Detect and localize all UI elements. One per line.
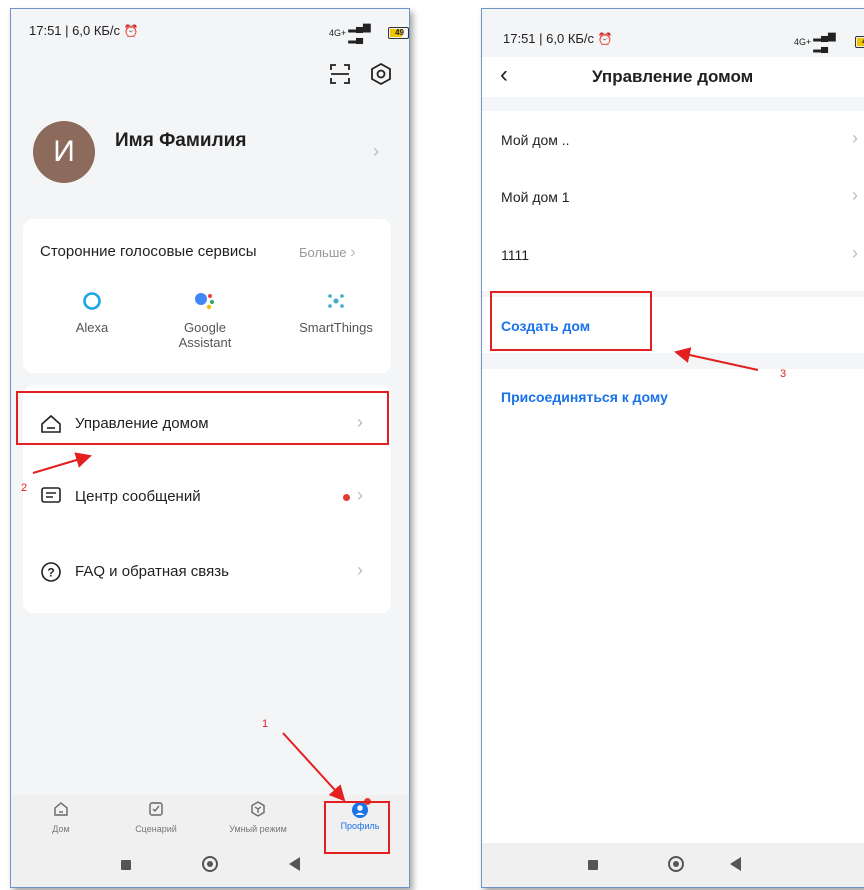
tab-label: Умный режим [229,824,287,834]
annotation-box-home-management [16,391,389,445]
profile-header[interactable]: И Имя Фамилия › [11,119,409,189]
chevron-right-icon: › [373,141,379,161]
chevron-right-icon: › [357,560,363,580]
home-item[interactable]: 1111 › [482,227,864,285]
signal-icon: ▂▄▆ ▂▄ [813,31,836,53]
voice-services-title: Сторонние голосовые сервисы [40,243,257,260]
tab-smart-mode[interactable]: Умный режим [213,801,303,834]
back-nav-icon[interactable] [289,857,300,871]
tab-label: Сценарий [135,824,177,834]
status-time: 17:51 | 6,0 КБ/с [503,31,595,46]
chevron-right-icon: › [852,128,858,148]
home-item[interactable]: Мой дом 1 › [482,169,864,227]
service-google-assistant[interactable]: Google Assistant [165,291,245,350]
chevron-right-icon: › [357,485,363,505]
scenario-icon [121,801,191,822]
help-icon: ? [40,561,62,588]
tab-scenario[interactable]: Сценарий [121,801,191,834]
home-tab-icon [33,801,89,822]
home-item-label: Мой дом 1 [501,189,570,205]
message-icon [40,486,62,511]
chevron-right-icon: › [350,242,356,261]
homes-list: Мой дом .. › Мой дом 1 › 1111 › [482,111,864,291]
menu-item-label: Центр сообщений [75,488,201,505]
system-navigation-bar [482,843,864,887]
profile-name: Имя Фамилия [115,130,247,151]
more-link[interactable]: Больше › [299,242,356,262]
annotation-number-1: 1 [262,718,269,730]
network-label: 4G+ [329,28,347,38]
service-alexa[interactable]: Alexa [57,291,127,335]
service-label: SmartThings [299,320,373,335]
smart-icon [213,801,303,822]
page-title: Управление домом [592,67,754,86]
settings-icon[interactable] [369,62,393,86]
status-time: 17:51 | 6,0 КБ/с [29,23,121,38]
join-home-label: Присоединяться к дому [501,389,668,405]
tab-home[interactable]: Дом [33,801,89,834]
profile-screen: 17:51 | 6,0 КБ/с ⏰ 4G+ ▂▄▆ ▂▄ 49 И Имя Ф… [10,8,410,888]
notification-dot [343,494,350,501]
status-indicators: 4G+ ▂▄▆ ▂▄ 49 [329,22,409,44]
google-assistant-icon [194,291,216,311]
battery-icon: 49 [388,27,409,39]
alexa-icon [82,291,102,311]
smartthings-icon [326,291,346,311]
service-label: Alexa [75,320,109,335]
recent-apps-icon[interactable] [121,860,131,870]
home-item-label: 1111 [501,247,530,263]
annotation-number-3: 3 [780,368,787,380]
service-label: Google Assistant [178,320,232,350]
home-item[interactable]: Мой дом .. › [482,111,864,169]
back-arrow-icon[interactable]: ‹ [500,63,508,87]
home-nav-icon[interactable] [202,856,218,872]
alarm-icon: ⏰ [123,24,139,38]
annotation-number-2: 2 [21,482,28,494]
annotation-box-profile-tab [324,801,390,854]
tab-label: Дом [52,824,70,834]
svg-text:?: ? [47,566,54,580]
content-background [482,425,864,843]
network-label: 4G+ [794,37,812,47]
alarm-icon: ⏰ [597,32,613,46]
home-item-label: Мой дом .. [501,132,570,148]
signal-icon: ▂▄▆ ▂▄ [348,22,371,44]
avatar: И [33,121,95,183]
join-home-button[interactable]: Присоединяться к дому [482,369,864,425]
menu-item-faq[interactable]: ? FAQ и обратная связь › [23,545,391,605]
annotation-box-create-home [490,291,652,351]
battery-icon: 49 [855,36,864,48]
menu-item-label: FAQ и обратная связь [75,563,229,580]
service-smartthings[interactable]: SmartThings [291,291,381,335]
status-indicators: 4G+ ▂▄▆ ▂▄ 49 [794,31,864,53]
app-header: ‹ Управление домом [482,57,864,97]
home-management-screen: 17:51 | 6,0 КБ/с ⏰ 4G+ ▂▄▆ ▂▄ 49 ‹ Управ… [481,8,864,888]
chevron-right-icon: › [852,243,858,263]
voice-services-card: Сторонние голосовые сервисы Больше › Ale… [23,219,391,373]
recent-apps-icon[interactable] [588,860,598,870]
menu-item-message-center[interactable]: Центр сообщений › [23,469,391,529]
chevron-right-icon: › [852,185,858,205]
back-nav-icon[interactable] [730,857,741,871]
scan-icon[interactable] [329,63,351,85]
home-nav-icon[interactable] [668,856,684,872]
